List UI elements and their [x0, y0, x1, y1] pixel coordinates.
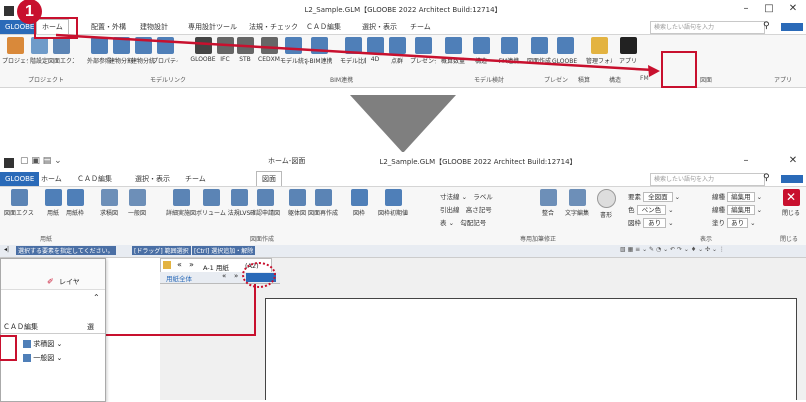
zoom-layer-row: ✐ レイヤ [1, 259, 105, 290]
zoom-drawing-button-highlight [0, 335, 17, 361]
collapse-chevron-icon[interactable]: ⌃ [93, 293, 100, 302]
area-calc-icon [23, 340, 31, 348]
zoom-panel: ✐ レイヤ ⌃ ＣＡＤ編集 選 求積図 ⌄ 一般図 ⌄ [0, 258, 106, 402]
highlight-connector [82, 284, 256, 341]
zoom-tab-row: ＣＡＤ編集 選 [1, 319, 105, 334]
zoom-item-area-calc[interactable]: 求積図 ⌄ [23, 339, 62, 349]
zoom-tab-cad-edit[interactable]: ＣＡＤ編集 [3, 322, 38, 332]
general-drawing-icon [23, 354, 31, 362]
layer-icon: ✐ [47, 277, 54, 286]
zoom-item-general-label: 一般図 [33, 354, 55, 362]
zoom-tab-select[interactable]: 選 [87, 322, 94, 332]
layer-label[interactable]: レイヤ [59, 277, 80, 287]
zoom-item-area-calc-label: 求積図 [33, 340, 55, 348]
zoom-item-general[interactable]: 一般図 ⌄ [23, 353, 62, 363]
